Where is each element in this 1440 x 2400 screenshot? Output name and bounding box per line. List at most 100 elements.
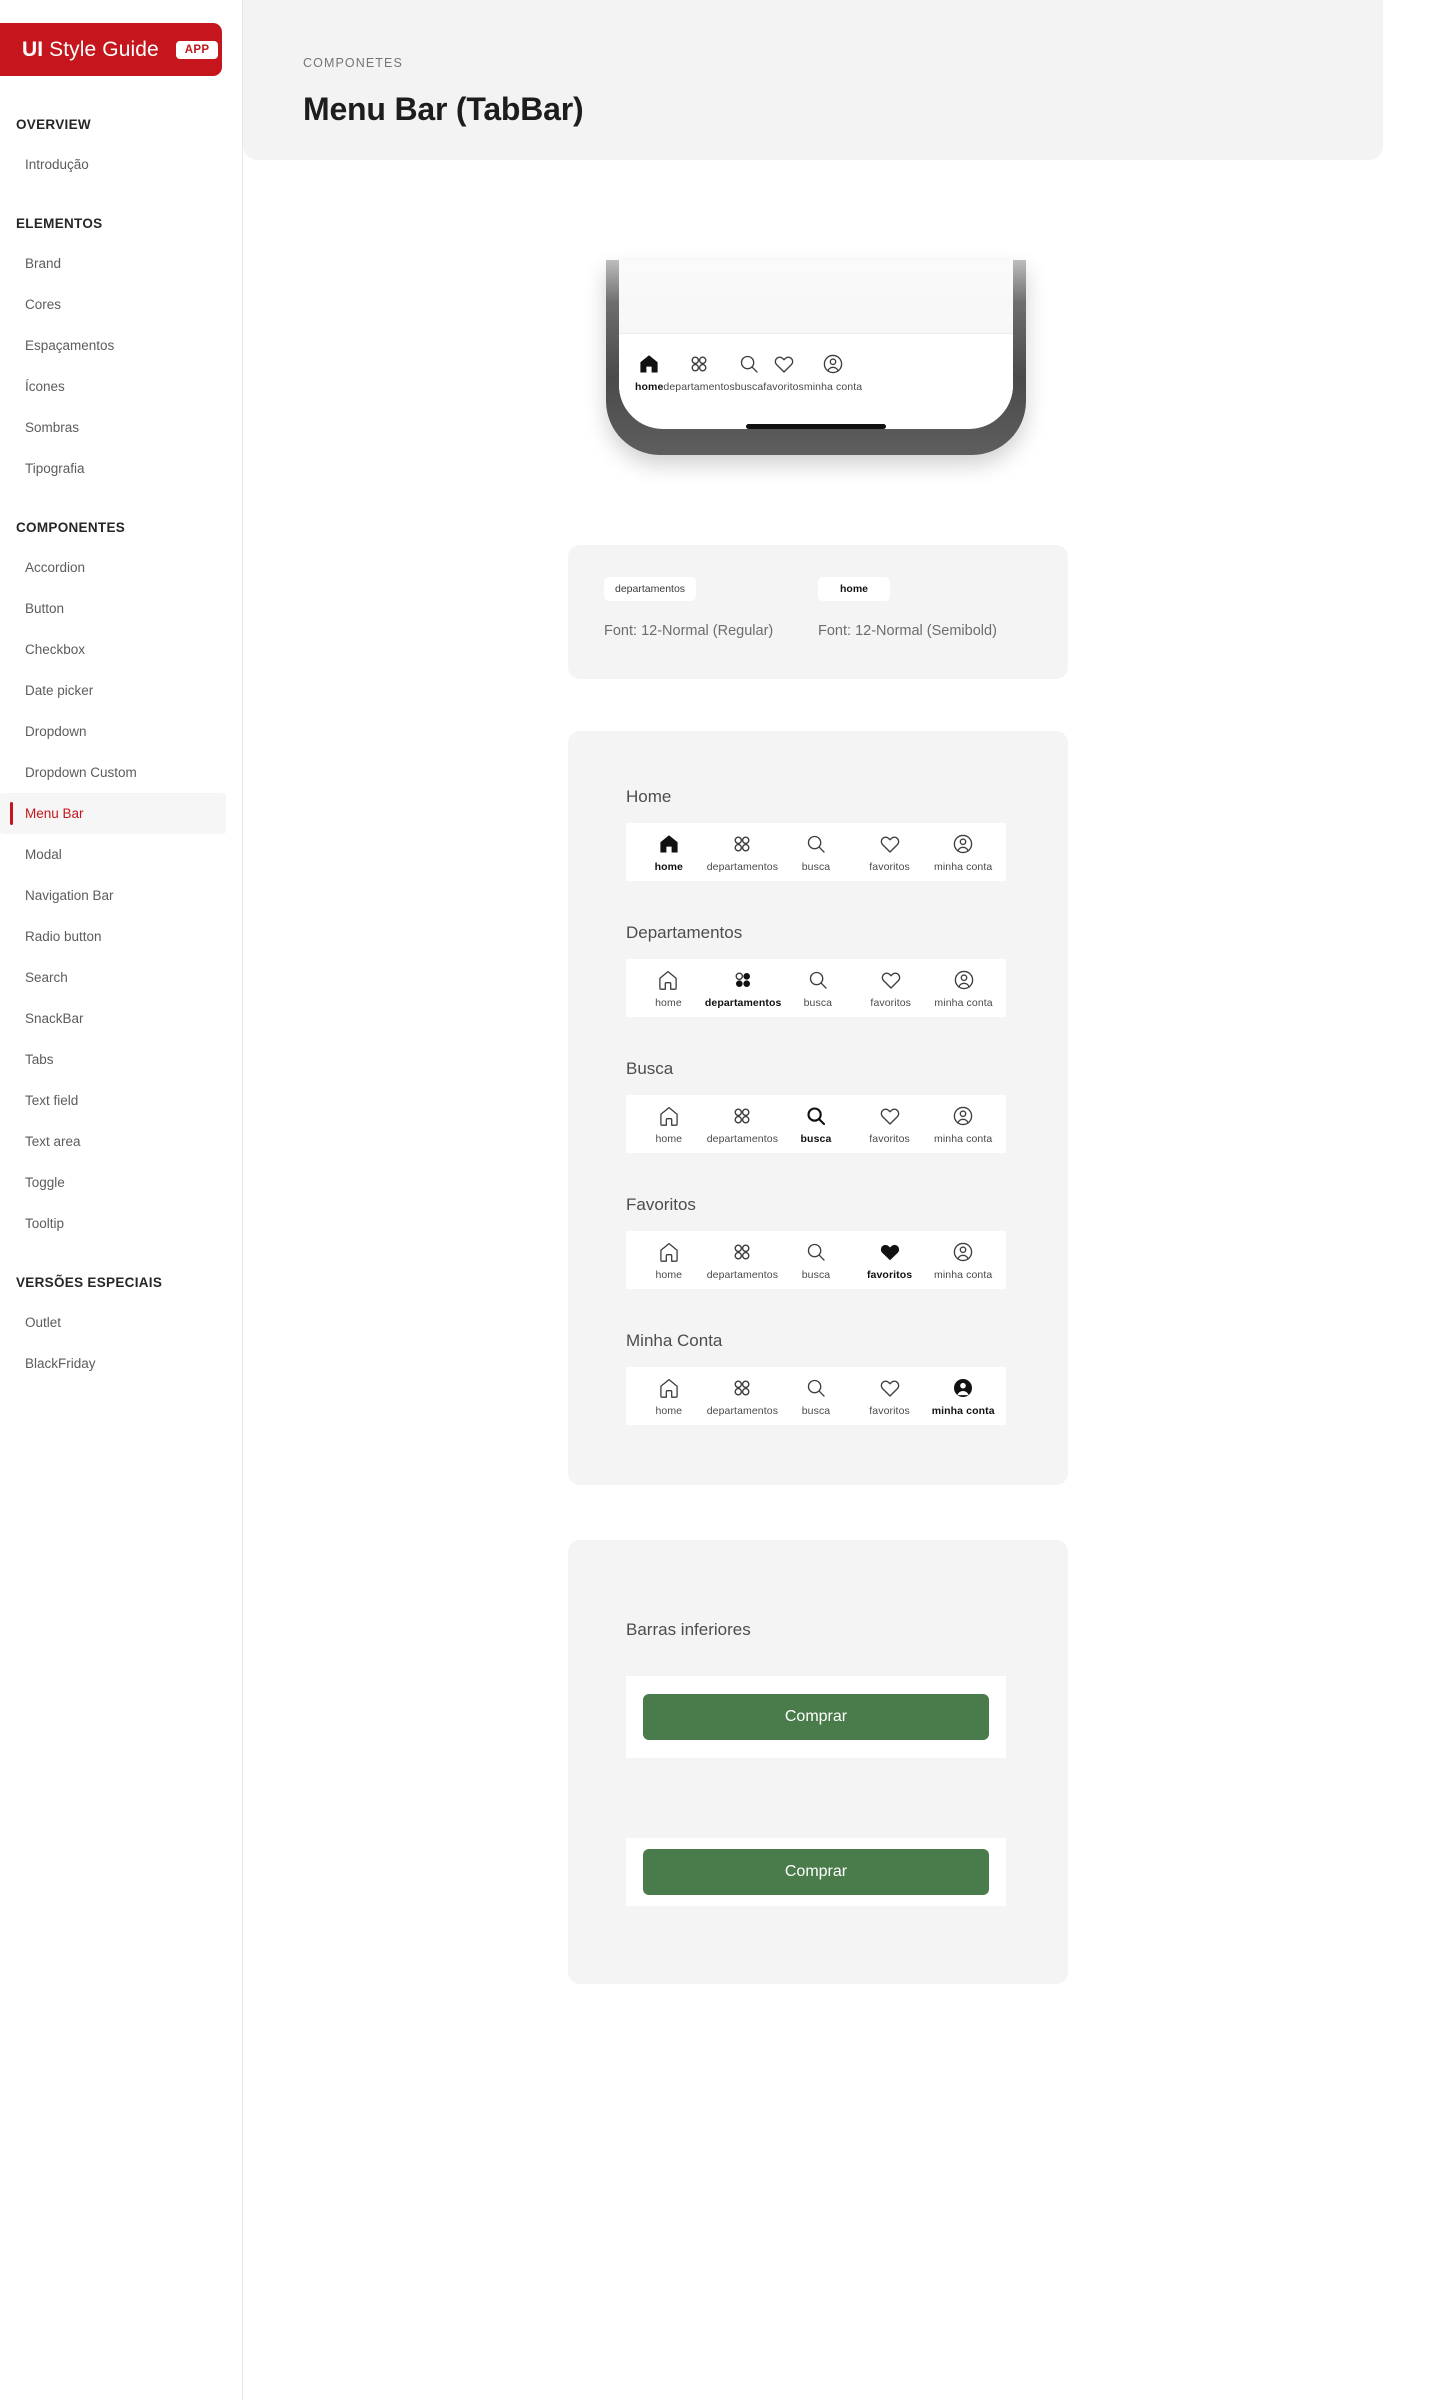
- tab-favoritos[interactable]: favoritos: [853, 1104, 927, 1145]
- tab-departamentos[interactable]: departamentos: [705, 968, 782, 1009]
- main-content: COMPONETES Menu Bar (TabBar) home departa…: [243, 0, 1440, 2400]
- tab-favoritos[interactable]: favoritos: [763, 352, 804, 393]
- state-block-home: Home home departamentos busca favoritos minha…: [626, 787, 1010, 881]
- tab-label: minha conta: [934, 1133, 993, 1145]
- brand-logo[interactable]: UI Style Guide APP: [0, 23, 222, 76]
- sidebar-item-introdução[interactable]: Introdução: [0, 144, 242, 185]
- tab-favoritos[interactable]: favoritos: [853, 1240, 927, 1281]
- sidebar-item-navigation-bar[interactable]: Navigation Bar: [0, 875, 242, 916]
- tab-home[interactable]: home: [632, 1240, 706, 1281]
- tab-busca[interactable]: busca: [779, 1376, 853, 1417]
- heart-icon: [772, 352, 796, 376]
- sidebar-item-dropdown-custom[interactable]: Dropdown Custom: [0, 752, 242, 793]
- tab-busca[interactable]: busca: [779, 1104, 853, 1145]
- sidebar-item-outlet[interactable]: Outlet: [0, 1302, 242, 1343]
- tab-label: busca: [801, 1405, 831, 1417]
- state-block-busca: Busca home departamentos busca favoritos minh…: [626, 1059, 1010, 1153]
- sidebar-item-menu-bar[interactable]: Menu Bar: [0, 793, 226, 834]
- tabbar: home departamentos busca favoritos minha con…: [626, 1095, 1006, 1153]
- sidebar-item-label: Espaçamentos: [25, 338, 115, 353]
- sidebar-item-checkbox[interactable]: Checkbox: [0, 629, 242, 670]
- heart-icon: [878, 1376, 902, 1400]
- comprar-button[interactable]: Comprar: [643, 1849, 989, 1895]
- heart-icon: [879, 968, 903, 992]
- state-title: Favoritos: [626, 1195, 696, 1214]
- grid-icon: [730, 1376, 754, 1400]
- grid-icon: [730, 1240, 754, 1264]
- state-title: Minha Conta: [626, 1331, 723, 1350]
- tab-busca[interactable]: busca: [735, 352, 764, 393]
- sidebar-item-espaçamentos[interactable]: Espaçamentos: [0, 325, 242, 366]
- sidebar-item-label: Navigation Bar: [25, 888, 114, 903]
- sidebar-item-ícones[interactable]: Ícones: [0, 366, 242, 407]
- tab-favoritos[interactable]: favoritos: [853, 1376, 927, 1417]
- tab-home[interactable]: home: [635, 352, 663, 393]
- grid-icon: [731, 968, 755, 992]
- sidebar-item-accordion[interactable]: Accordion: [0, 547, 242, 588]
- sidebar-item-tooltip[interactable]: Tooltip: [0, 1203, 242, 1244]
- sidebar-item-cores[interactable]: Cores: [0, 284, 242, 325]
- tab-departamentos[interactable]: departamentos: [706, 1104, 780, 1145]
- grid-icon: [687, 352, 711, 376]
- sidebar-item-toggle[interactable]: Toggle: [0, 1162, 242, 1203]
- tab-departamentos[interactable]: departamentos: [663, 352, 735, 393]
- tab-minha-conta[interactable]: minha conta: [926, 1376, 1000, 1417]
- tab-favoritos[interactable]: favoritos: [853, 832, 927, 873]
- bottom-bar-sample-large: Comprar: [626, 1676, 1006, 1758]
- font-note-regular: Font: 12-Normal (Regular): [604, 623, 774, 639]
- tab-label: minha conta: [803, 381, 863, 393]
- tabbar: home departamentos busca favoritos minha con…: [626, 1367, 1006, 1425]
- sidebar-item-label: Dropdown Custom: [25, 765, 137, 780]
- tab-favoritos[interactable]: favoritos: [854, 968, 927, 1009]
- sidebar-item-button[interactable]: Button: [0, 588, 242, 629]
- tab-busca[interactable]: busca: [781, 968, 854, 1009]
- sidebar-item-sombras[interactable]: Sombras: [0, 407, 242, 448]
- tab-home[interactable]: home: [632, 1104, 706, 1145]
- tab-home[interactable]: home: [632, 832, 706, 873]
- sidebar-item-search[interactable]: Search: [0, 957, 242, 998]
- sidebar-item-text-field[interactable]: Text field: [0, 1080, 242, 1121]
- tab-busca[interactable]: busca: [779, 1240, 853, 1281]
- tab-minha-conta[interactable]: minha conta: [927, 968, 1000, 1009]
- sidebar-item-snackbar[interactable]: SnackBar: [0, 998, 242, 1039]
- state-block-favoritos: Favoritos home departamentos busca favoritos…: [626, 1195, 1010, 1289]
- sidebar-item-brand[interactable]: Brand: [0, 243, 242, 284]
- content-area: home departamentos busca favoritos minha con…: [243, 260, 1440, 2104]
- tab-departamentos[interactable]: departamentos: [706, 1240, 780, 1281]
- tab-departamentos[interactable]: departamentos: [706, 1376, 780, 1417]
- tabbar: home departamentos busca favoritos minha con…: [629, 343, 869, 401]
- sidebar-item-label: Date picker: [25, 683, 94, 698]
- sidebar-item-tabs[interactable]: Tabs: [0, 1039, 242, 1080]
- page-title: Menu Bar (TabBar): [303, 91, 584, 128]
- tab-home[interactable]: home: [632, 1376, 706, 1417]
- tab-home[interactable]: home: [632, 968, 705, 1009]
- sidebar: UI Style Guide APP OVERVIEW Introdução ELE…: [0, 0, 243, 2400]
- comprar-button[interactable]: Comprar: [643, 1694, 989, 1740]
- home-icon: [657, 1376, 681, 1400]
- tabbar: home departamentos busca favoritos minha con…: [626, 1231, 1006, 1289]
- tab-minha-conta[interactable]: minha conta: [926, 1104, 1000, 1145]
- state-block-minha-conta: Minha Conta home departamentos busca favorit…: [626, 1331, 1010, 1425]
- sidebar-item-blackfriday[interactable]: BlackFriday: [0, 1343, 242, 1384]
- sidebar-item-dropdown[interactable]: Dropdown: [0, 711, 242, 752]
- tab-label: minha conta: [934, 1269, 993, 1281]
- sidebar-item-modal[interactable]: Modal: [0, 834, 242, 875]
- sidebar-item-text-area[interactable]: Text area: [0, 1121, 242, 1162]
- font-chip-semibold: home: [818, 577, 891, 601]
- tab-label: busca: [801, 1269, 831, 1281]
- tab-departamentos[interactable]: departamentos: [706, 832, 780, 873]
- tab-minha-conta[interactable]: minha conta: [926, 832, 1000, 873]
- sidebar-group-title: OVERVIEW: [16, 117, 91, 132]
- sidebar-item-radio-button[interactable]: Radio button: [0, 916, 242, 957]
- tab-label: departamentos: [706, 1133, 779, 1145]
- home-icon: [656, 968, 680, 992]
- tab-busca[interactable]: busca: [779, 832, 853, 873]
- sidebar-item-tipografia[interactable]: Tipografia: [0, 448, 242, 489]
- brand-title-bold: UI: [22, 37, 44, 61]
- search-icon: [806, 968, 830, 992]
- home-icon: [657, 1240, 681, 1264]
- tab-minha-conta[interactable]: minha conta: [926, 1240, 1000, 1281]
- sidebar-item-date-picker[interactable]: Date picker: [0, 670, 242, 711]
- tab-minha-conta[interactable]: minha conta: [804, 352, 862, 393]
- grid-icon: [730, 1104, 754, 1128]
